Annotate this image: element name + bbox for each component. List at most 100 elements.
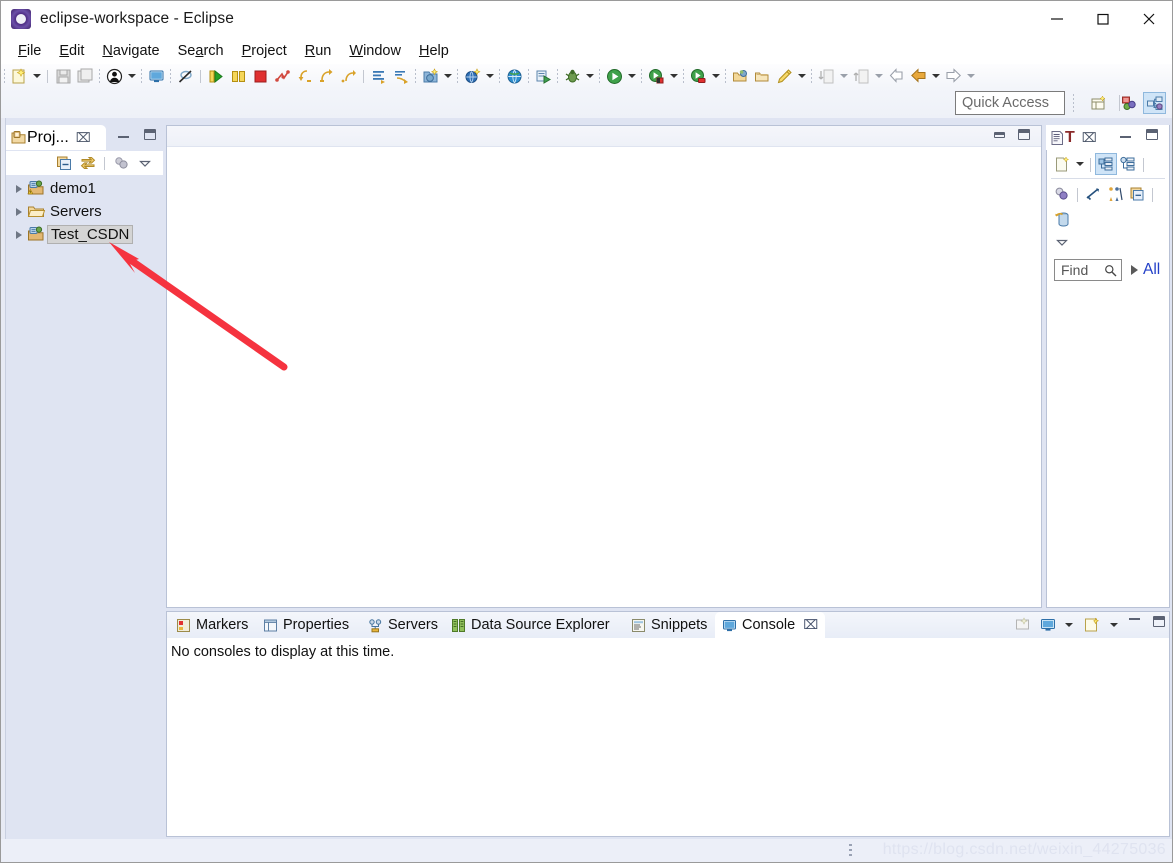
java-ee-perspective-icon[interactable] — [1118, 92, 1141, 114]
restore-tasks-icon[interactable] — [1126, 183, 1148, 205]
collapse-all-tasks-icon[interactable] — [1082, 183, 1104, 205]
find-input[interactable]: Find — [1054, 259, 1122, 281]
show-whitespace-icon[interactable] — [368, 65, 390, 87]
tab-properties[interactable]: Properties — [256, 612, 356, 638]
pause-icon[interactable] — [227, 65, 249, 87]
expand-arrow-icon[interactable] — [1131, 265, 1138, 275]
collapse-all-icon[interactable] — [52, 152, 76, 174]
find-all-link[interactable]: All — [1143, 261, 1160, 279]
coverage-icon[interactable] — [687, 65, 709, 87]
open-web-browser-icon[interactable] — [503, 65, 525, 87]
close-button[interactable] — [1126, 1, 1172, 37]
back-dropdown-icon[interactable] — [929, 66, 942, 86]
user-dropdown-icon[interactable] — [125, 66, 138, 86]
new-annotation-dropdown-icon[interactable] — [795, 66, 808, 86]
tab-task-list[interactable]: T ⌧ — [1046, 125, 1119, 150]
new-dynamic-web-project-icon[interactable] — [461, 65, 483, 87]
disconnect-icon[interactable] — [271, 65, 293, 87]
tab-project-explorer[interactable]: Proj... ⌧ — [6, 125, 106, 150]
tree-item-servers[interactable]: Servers — [7, 200, 162, 223]
open-type-icon[interactable] — [729, 65, 751, 87]
open-perspective-icon[interactable] — [1087, 92, 1110, 114]
menu-search[interactable]: Search — [169, 41, 233, 61]
run-icon[interactable] — [603, 65, 625, 87]
categorized-presentation-icon[interactable] — [1095, 153, 1117, 175]
close-icon[interactable]: ⌧ — [803, 617, 818, 633]
menu-navigate[interactable]: Navigate — [93, 41, 168, 61]
view-menu-icon[interactable] — [133, 152, 157, 174]
close-icon[interactable]: ⌧ — [76, 130, 91, 146]
menu-run[interactable]: Run — [296, 41, 341, 61]
new-dynamic-web-project-dropdown-icon[interactable] — [483, 66, 496, 86]
new-annotation-icon[interactable] — [773, 65, 795, 87]
close-icon[interactable]: ⌧ — [1082, 130, 1097, 146]
step-into-icon[interactable] — [293, 65, 315, 87]
synchronize-icon[interactable] — [1104, 183, 1126, 205]
back-icon[interactable] — [907, 65, 929, 87]
menu-help-rest: elp — [429, 42, 449, 59]
tab-servers[interactable]: Servers — [361, 612, 445, 638]
new-java-project-icon[interactable] — [419, 65, 441, 87]
new-task-icon[interactable] — [1051, 153, 1073, 175]
run-dropdown-icon[interactable] — [625, 66, 638, 86]
debug-icon[interactable] — [561, 65, 583, 87]
menu-project[interactable]: Project — [233, 41, 296, 61]
open-task-icon[interactable] — [751, 65, 773, 87]
toolbar-separator — [638, 68, 645, 84]
refresh-repository-icon[interactable] — [1051, 208, 1073, 230]
run-last-tool-icon[interactable] — [205, 65, 227, 87]
focus-on-workweek-icon[interactable] — [1051, 183, 1073, 205]
step-return-icon[interactable] — [337, 65, 359, 87]
terminate-icon[interactable] — [249, 65, 271, 87]
new-java-project-dropdown-icon[interactable] — [441, 66, 454, 86]
expand-arrow-icon[interactable] — [11, 227, 27, 243]
console-display-icon[interactable] — [145, 65, 167, 87]
expand-arrow-icon[interactable] — [11, 181, 27, 197]
project-explorer-minimize-button[interactable] — [118, 129, 134, 145]
minimize-button[interactable] — [1034, 1, 1080, 37]
menu-edit[interactable]: Edit — [50, 41, 93, 61]
editor-minimize-button[interactable] — [994, 132, 1010, 148]
tree-item-test-csdn[interactable]: Test_CSDN — [7, 223, 162, 246]
editor-maximize-button[interactable] — [1018, 129, 1034, 145]
open-console-icon[interactable] — [1084, 617, 1100, 633]
menu-help[interactable]: Help — [410, 41, 458, 61]
menu-window[interactable]: Window — [340, 41, 410, 61]
run-external-tools-dropdown-icon[interactable] — [667, 66, 680, 86]
coverage-dropdown-icon[interactable] — [709, 66, 722, 86]
display-dropdown-icon[interactable] — [1062, 617, 1078, 633]
window-controls — [1034, 1, 1172, 37]
display-selected-console-icon[interactable] — [1040, 617, 1056, 633]
search-icon[interactable] — [1104, 264, 1117, 277]
view-menu-icon[interactable] — [1051, 231, 1073, 253]
link-with-editor-icon[interactable] — [76, 152, 100, 174]
run-on-server-icon[interactable] — [532, 65, 554, 87]
skip-breakpoints-icon[interactable] — [174, 65, 196, 87]
task-maximize-button[interactable] — [1146, 129, 1162, 145]
toggle-mark-occurrences-icon[interactable] — [390, 65, 412, 87]
step-over-icon[interactable] — [315, 65, 337, 87]
new-task-dropdown-icon[interactable] — [1073, 154, 1086, 174]
tab-console[interactable]: Console ⌧ — [715, 612, 826, 638]
run-external-tools-icon[interactable] — [645, 65, 667, 87]
console-minimize-button[interactable] — [1129, 618, 1145, 634]
console-body[interactable]: No consoles to display at this time. — [167, 639, 1169, 836]
user-icon[interactable] — [103, 65, 125, 87]
scheduled-presentation-icon[interactable] — [1117, 153, 1139, 175]
expand-arrow-icon[interactable] — [11, 204, 27, 220]
menu-file[interactable]: File — [9, 41, 50, 61]
java-perspective-icon[interactable] — [1143, 92, 1166, 114]
open-console-dropdown-icon[interactable] — [1107, 617, 1123, 633]
project-explorer-maximize-button[interactable] — [144, 129, 160, 145]
tab-snippets[interactable]: Snippets — [624, 612, 714, 638]
quick-access-input[interactable]: Quick Access — [955, 91, 1065, 115]
maximize-button[interactable] — [1080, 1, 1126, 37]
new-wizard-icon[interactable] — [8, 65, 30, 87]
debug-dropdown-icon[interactable] — [583, 66, 596, 86]
tree-item-demo1[interactable]: demo1 — [7, 177, 162, 200]
tab-markers[interactable]: Markers — [169, 612, 255, 638]
console-maximize-button[interactable] — [1153, 616, 1169, 632]
task-minimize-button[interactable] — [1120, 129, 1136, 145]
tab-data-source-explorer[interactable]: Data Source Explorer — [444, 612, 617, 638]
new-wizard-dropdown-icon[interactable] — [30, 66, 43, 86]
